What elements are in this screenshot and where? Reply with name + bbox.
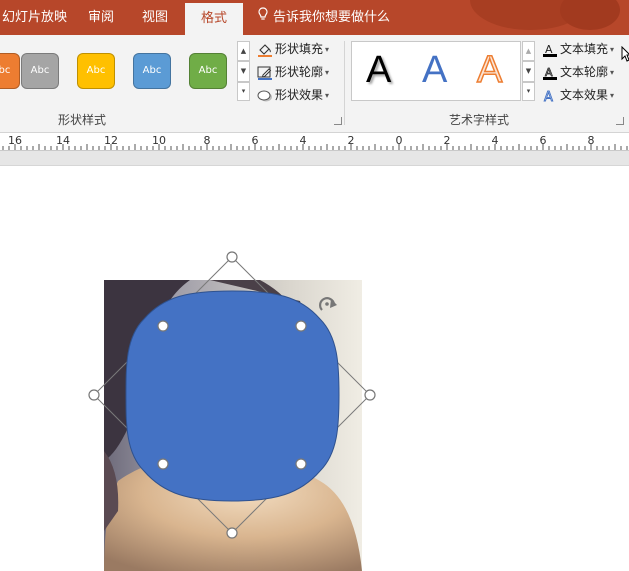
- gallery-scroll-down[interactable]: ▼: [237, 61, 250, 82]
- ruler-label: 2: [347, 134, 355, 147]
- shape-style-preset[interactable]: Abc: [21, 53, 59, 89]
- ruler-label: 8: [587, 134, 595, 147]
- lightbulb-icon: [258, 0, 268, 35]
- wordart-preset[interactable]: A: [476, 48, 503, 92]
- text-effects-label: 文本效果: [560, 88, 609, 102]
- tell-me-text: 告诉我你想要做什么: [273, 10, 391, 25]
- wordart-preset[interactable]: A: [366, 48, 391, 92]
- slide-canvas[interactable]: [0, 151, 629, 571]
- mouse-cursor-icon: [621, 45, 629, 66]
- shape-effects-icon: [257, 89, 273, 103]
- group-separator: [344, 41, 345, 125]
- text-fill-icon: A: [542, 43, 558, 57]
- gallery-scroll-up[interactable]: ▲: [237, 41, 250, 61]
- ruler-label: 2: [443, 134, 451, 147]
- rounded-shape[interactable]: [125, 290, 340, 502]
- shape-style-preset[interactable]: Abc: [0, 53, 20, 89]
- dropdown-arrow-icon: ▾: [610, 67, 615, 77]
- resize-handle[interactable]: [88, 389, 100, 401]
- resize-handle[interactable]: [157, 458, 169, 470]
- ruler-label: 4: [299, 134, 307, 147]
- svg-text:A: A: [544, 90, 553, 103]
- resize-handle[interactable]: [226, 527, 238, 539]
- dialog-launcher-icon[interactable]: [334, 117, 342, 125]
- dropdown-arrow-icon: ▾: [610, 44, 615, 54]
- resize-handle[interactable]: [295, 320, 307, 332]
- tab-format[interactable]: 格式: [185, 3, 243, 35]
- wordart-more-button[interactable]: ▾: [522, 82, 535, 101]
- shape-outline-button[interactable]: 形状轮廓 ▾: [257, 63, 329, 81]
- ruler-label: 10: [152, 134, 166, 147]
- group-label-shape-styles: 形状样式: [58, 113, 107, 127]
- ruler-label: 0: [395, 134, 403, 147]
- shape-fill-button[interactable]: 形状填充 ▾: [257, 40, 329, 58]
- shape-outline-label: 形状轮廓: [275, 65, 324, 79]
- wordart-scroll-down[interactable]: ▼: [522, 61, 535, 82]
- group-label-wordart-styles: 艺术字样式: [449, 113, 510, 127]
- wordart-gallery: A A A: [351, 41, 521, 101]
- tab-view[interactable]: 视图: [142, 0, 172, 35]
- ruler-label: 6: [539, 134, 547, 147]
- tab-slideshow[interactable]: 幻灯片放映: [2, 0, 67, 35]
- text-effects-button[interactable]: A 文本效果 ▾: [542, 86, 615, 105]
- gallery-more-button[interactable]: ▾: [237, 82, 250, 101]
- paint-bucket-icon: [257, 43, 273, 57]
- ruler-ticks: [2, 144, 628, 150]
- wordart-preset[interactable]: A: [422, 48, 447, 92]
- ribbon-tab-bar: 幻灯片放映 审阅 视图 格式 告诉我你想要做什么: [0, 0, 629, 35]
- text-outline-button[interactable]: A 文本轮廓 ▾: [542, 63, 614, 81]
- resize-handle[interactable]: [157, 320, 169, 332]
- shape-style-preset[interactable]: Abc: [77, 53, 115, 89]
- resize-handle[interactable]: [226, 251, 238, 263]
- shape-fill-label: 形状填充: [275, 42, 324, 56]
- title-decoration: [560, 0, 620, 30]
- resize-handle[interactable]: [364, 389, 376, 401]
- ruler-label: 6: [251, 134, 259, 147]
- shape-style-preset[interactable]: Abc: [189, 53, 227, 89]
- text-effects-icon: A: [542, 89, 558, 105]
- text-outline-icon: A: [542, 65, 558, 80]
- tab-review[interactable]: 审阅: [88, 0, 118, 35]
- dropdown-arrow-icon: ▾: [325, 67, 330, 77]
- ruler-label: 16: [8, 134, 22, 147]
- ruler-label: 8: [203, 134, 211, 147]
- ribbon-format: Abc Abc Abc Abc Abc ▲ ▼ ▾ 形状填充▾ 形状轮廓▾ 形状…: [0, 35, 629, 133]
- tell-me-search[interactable]: 告诉我你想要做什么: [258, 0, 390, 35]
- text-fill-button[interactable]: A 文本填充 ▾: [542, 40, 614, 58]
- ruler-label: 12: [104, 134, 118, 147]
- shape-effects-button[interactable]: 形状效果 ▾: [257, 86, 329, 104]
- dialog-launcher-icon[interactable]: [616, 117, 624, 125]
- dropdown-arrow-icon: ▾: [325, 90, 330, 100]
- text-outline-label: 文本轮廓: [560, 65, 609, 79]
- text-fill-label: 文本填充: [560, 42, 609, 56]
- shape-style-preset[interactable]: Abc: [133, 53, 171, 89]
- canvas-top-margin: [0, 151, 629, 166]
- ruler-label: 4: [491, 134, 499, 147]
- horizontal-ruler: 16 14 12 10 8 6 4 2 0 2 4 6 8: [0, 133, 629, 151]
- dropdown-arrow-icon: ▾: [325, 44, 330, 54]
- shape-effects-label: 形状效果: [275, 88, 324, 102]
- pen-outline-icon: [257, 66, 273, 80]
- resize-handle[interactable]: [295, 458, 307, 470]
- wordart-scroll-up[interactable]: ▲: [522, 41, 535, 61]
- dropdown-arrow-icon: ▾: [610, 90, 615, 100]
- ruler-label: 14: [56, 134, 70, 147]
